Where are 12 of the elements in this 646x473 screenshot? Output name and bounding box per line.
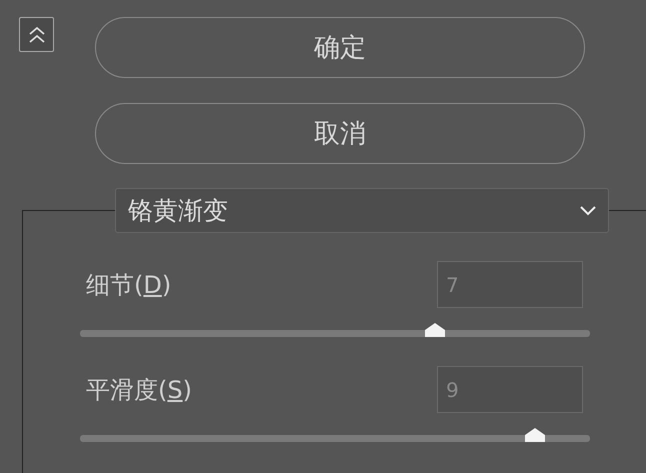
chevron-down-icon — [580, 206, 596, 216]
parameter-label: 平滑度(S) — [86, 374, 192, 406]
slider-track[interactable] — [80, 426, 590, 443]
collapse-button[interactable] — [19, 17, 54, 52]
dialog-button[interactable]: 确定 — [95, 17, 585, 78]
double-chevron-up-icon — [28, 24, 46, 44]
preset-dropdown[interactable]: 铬黄渐变 — [115, 188, 609, 233]
slider-track[interactable] — [80, 321, 590, 338]
slider-thumb[interactable] — [524, 427, 546, 443]
parameter-label: 细节(D) — [86, 270, 172, 300]
slider-thumb[interactable] — [424, 322, 446, 338]
dialog-button[interactable]: 取消 — [95, 103, 585, 164]
